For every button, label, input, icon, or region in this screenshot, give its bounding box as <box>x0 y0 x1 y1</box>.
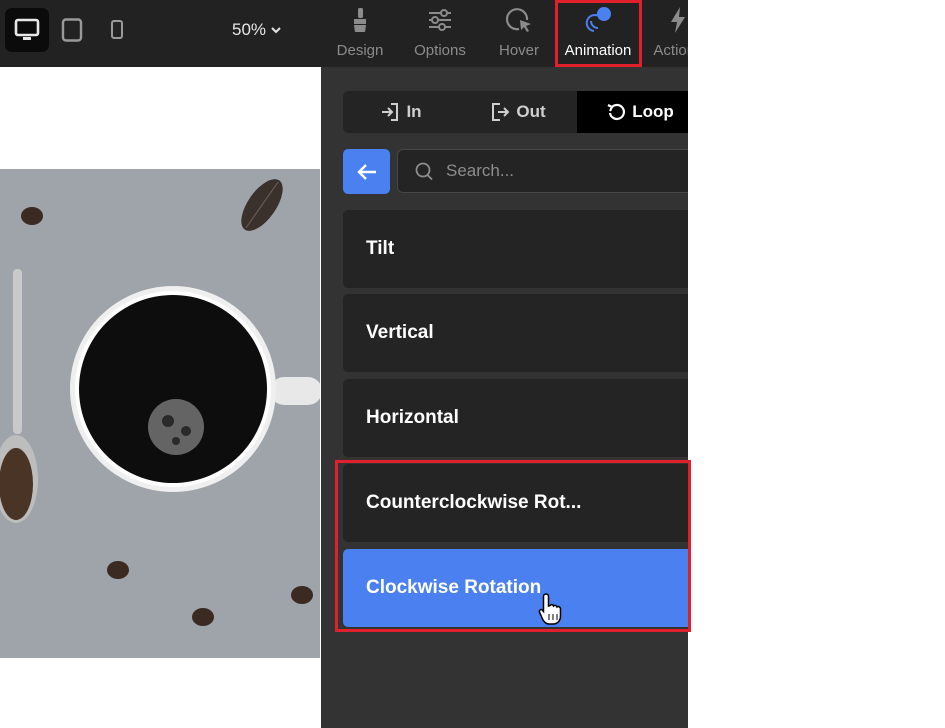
tab-hover[interactable]: Hover <box>479 0 559 67</box>
tab-design[interactable]: Design <box>320 0 400 67</box>
segment-loop[interactable]: Loop <box>577 91 688 133</box>
mobile-icon <box>111 20 123 39</box>
exit-icon <box>492 103 510 121</box>
tab-actions[interactable]: Actions <box>638 0 688 67</box>
coffee-image[interactable] <box>0 169 320 658</box>
mobile-view-button[interactable] <box>95 8 139 52</box>
animation-option-tilt[interactable]: Tilt <box>343 210 688 288</box>
tab-actions-label: Actions <box>653 42 688 59</box>
segment-out[interactable]: Out <box>459 91 577 133</box>
sliders-icon <box>429 8 451 31</box>
arrow-left-icon <box>356 163 376 180</box>
segment-in-label: In <box>406 102 422 121</box>
tablet-icon <box>61 18 83 42</box>
canvas-preview <box>0 67 321 728</box>
animation-option-horizontal[interactable]: Horizontal <box>343 379 688 457</box>
segment-out-label: Out <box>516 102 546 121</box>
desktop-icon <box>14 18 40 40</box>
back-button[interactable] <box>343 149 390 194</box>
animation-type-segmented-control: In Out Loop <box>343 91 688 133</box>
animation-tab-highlight <box>555 0 642 67</box>
loop-icon <box>607 103 626 120</box>
search-box <box>397 149 688 193</box>
lightning-icon <box>671 6 685 33</box>
enter-icon <box>382 103 399 121</box>
option-label: Horizontal <box>366 407 459 428</box>
tab-options-label: Options <box>414 42 466 59</box>
animation-option-vertical[interactable]: Vertical <box>343 294 688 372</box>
option-label: Tilt <box>366 238 395 259</box>
search-input[interactable] <box>444 160 668 182</box>
option-label: Vertical <box>366 322 434 343</box>
tab-hover-label: Hover <box>498 42 539 59</box>
brush-icon <box>354 7 366 32</box>
segment-in[interactable]: In <box>343 91 459 133</box>
tab-options[interactable]: Options <box>400 0 480 67</box>
segment-loop-label: Loop <box>632 102 674 121</box>
tablet-view-button[interactable] <box>50 8 94 52</box>
desktop-view-button[interactable] <box>5 8 49 52</box>
hand-pointer-icon <box>538 593 562 625</box>
search-icon <box>415 162 433 181</box>
zoom-value: 50% <box>232 20 267 39</box>
chevron-down-icon <box>271 27 281 34</box>
rotation-options-highlight <box>335 460 691 632</box>
cursor-icon <box>505 7 531 32</box>
tab-design-label: Design <box>336 42 384 59</box>
zoom-dropdown[interactable]: 50% <box>232 20 282 40</box>
